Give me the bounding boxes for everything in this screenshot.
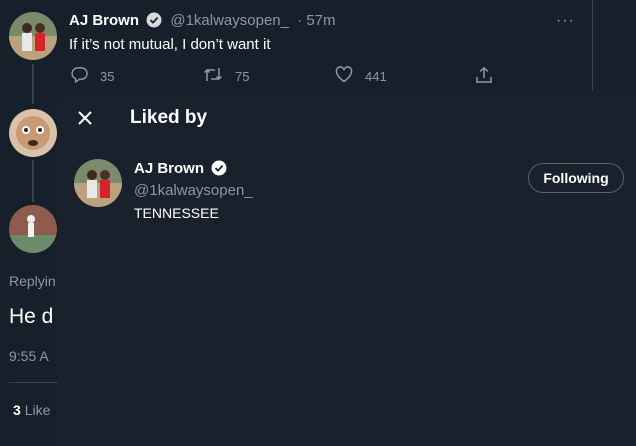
share-icon — [475, 66, 493, 87]
share-button[interactable] — [475, 66, 493, 87]
reply-avatar[interactable] — [9, 109, 57, 157]
verified-badge-icon — [146, 12, 162, 32]
liked-user-avatar[interactable] — [74, 159, 122, 207]
tweet-header: AJ Brown @1kalwaysopen_ · 57m — [69, 12, 336, 32]
retweet-count: 75 — [235, 68, 250, 84]
liked-by-modal: Liked by AJ Brown @1kalwaysopen_ TENNESS… — [58, 91, 636, 446]
retweet-icon — [203, 66, 223, 86]
column-divider — [592, 0, 593, 92]
heart-icon — [335, 66, 353, 86]
tweet-actions: 35 75 441 — [0, 66, 636, 86]
modal-title: Liked by — [130, 107, 208, 128]
following-button[interactable]: Following — [528, 163, 624, 193]
liked-user-handle[interactable]: @1kalwaysopen_ — [134, 182, 253, 199]
liked-user-bio: TENNESSEE — [134, 205, 219, 221]
liked-user-name[interactable]: AJ Brown — [134, 160, 204, 177]
retweet-button[interactable]: 75 — [203, 66, 249, 86]
like-button[interactable]: 441 — [335, 66, 387, 86]
more-options-icon[interactable]: ··· — [556, 12, 575, 30]
like-count: 441 — [365, 68, 387, 84]
reply-timestamp[interactable]: 9:55 A — [9, 348, 49, 364]
likes-summary-label: Like — [24, 402, 51, 418]
tweet-author-name[interactable]: AJ Brown — [69, 12, 139, 29]
thread-line — [32, 64, 34, 104]
tweet-text: If it’s not mutual, I don’t want it — [69, 36, 271, 53]
tweet-author-avatar[interactable] — [9, 12, 57, 60]
reply-icon — [71, 66, 88, 86]
likes-summary-count: 3 — [13, 402, 21, 418]
thread-line — [32, 160, 34, 202]
modal-surface — [58, 91, 636, 446]
reply-count: 35 — [100, 68, 115, 84]
reply-button[interactable]: 35 — [71, 66, 114, 86]
divider — [9, 382, 58, 383]
close-icon — [72, 111, 98, 135]
tweet-time[interactable]: · 57m — [297, 12, 335, 29]
user-list-item[interactable]: AJ Brown @1kalwaysopen_ TENNESSEE Follow… — [58, 151, 636, 231]
tweet-author-handle[interactable]: @1kalwaysopen_ — [170, 12, 289, 29]
reply-avatar[interactable] — [9, 205, 57, 253]
verified-badge-icon — [211, 160, 227, 180]
reply-body-text: He d — [9, 305, 54, 328]
close-button[interactable] — [72, 105, 98, 131]
likes-summary[interactable]: 3 Like — [13, 402, 50, 418]
liked-user-name-row: AJ Brown — [134, 160, 227, 180]
replying-to-label: Replyin — [9, 273, 56, 289]
